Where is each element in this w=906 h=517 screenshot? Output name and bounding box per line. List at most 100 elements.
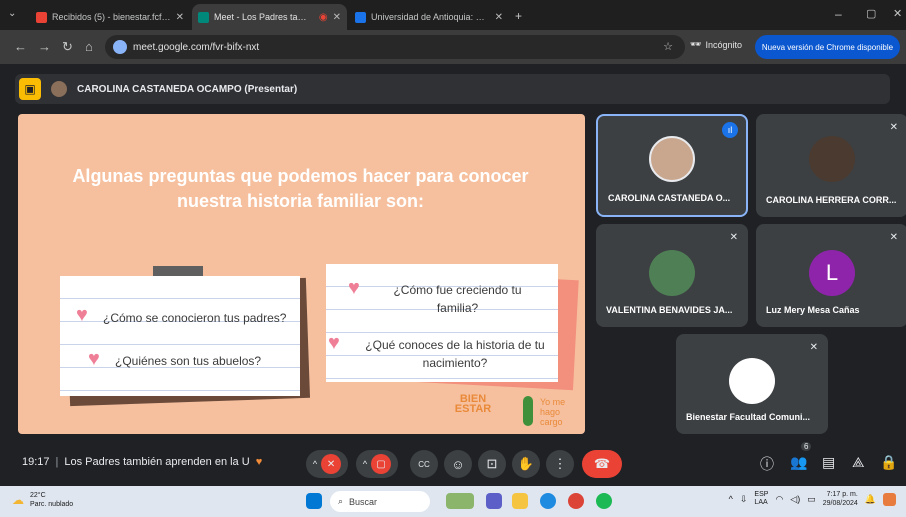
present-button[interactable]: ⊡: [478, 450, 506, 478]
hand-icon: ✋: [517, 456, 535, 471]
raise-hand-button[interactable]: ✋: [512, 450, 540, 478]
gmail-icon: [36, 11, 47, 23]
close-icon[interactable]: ✕: [176, 12, 184, 23]
windows-start-icon[interactable]: [306, 493, 322, 509]
yome-logo: Yo me hago cargo: [540, 397, 566, 427]
present-screen-icon[interactable]: ▣: [19, 78, 41, 100]
shared-slide: Algunas preguntas que podemos hacer para…: [18, 114, 585, 434]
url-text: meet.google.com/fvr-bifx-nxt: [133, 41, 260, 53]
search-icon: ⌕: [338, 496, 344, 506]
wifi-icon[interactable]: ◠: [775, 494, 783, 505]
avatar: [649, 250, 695, 296]
close-icon[interactable]: ✕: [333, 12, 341, 23]
present-icon: ⊡: [486, 456, 498, 471]
tab-meet[interactable]: Meet - Los Padres también ◉ ✕: [192, 4, 347, 30]
heart-icon: ♥: [76, 304, 88, 326]
tab-gmail[interactable]: Recibidos (5) - bienestar.fcf@u ✕: [30, 4, 190, 30]
mic-off-icon: ✕: [809, 342, 818, 353]
volume-icon[interactable]: ◁): [790, 494, 800, 505]
camera-off-icon: ▢: [371, 454, 392, 474]
home-icon[interactable]: ⌂: [85, 39, 93, 54]
usb-icon[interactable]: ⇩: [740, 494, 748, 505]
participant-tile[interactable]: ✕ L Luz Mery Mesa Cañas: [756, 224, 906, 327]
host-controls-icon[interactable]: 🔒: [880, 454, 897, 471]
widgets-icon[interactable]: [446, 493, 474, 509]
spotify-icon[interactable]: [596, 493, 612, 509]
people-icon[interactable]: 👥: [790, 454, 807, 471]
presenter-label: CAROLINA CASTANEDA OCAMPO (Presentar): [77, 83, 298, 95]
chat-icon[interactable]: ▤: [822, 454, 835, 471]
participant-tile[interactable]: ✕ VALENTINA BENAVIDES JA...: [596, 224, 748, 327]
participant-tile[interactable]: ✕ CAROLINA HERRERA CORR...: [756, 114, 906, 217]
new-tab-icon[interactable]: +: [515, 9, 522, 23]
file-explorer-icon[interactable]: [512, 493, 528, 509]
mic-toggle-button[interactable]: ^ ✕: [306, 450, 348, 478]
activities-icon[interactable]: ⟁: [852, 454, 865, 471]
copilot-icon[interactable]: [883, 492, 896, 506]
chevron-up-icon[interactable]: ^: [729, 494, 733, 504]
captions-button[interactable]: CC: [410, 450, 438, 478]
search-input[interactable]: ⌕ Buscar: [330, 491, 430, 512]
meeting-time: 19:17: [22, 456, 50, 468]
participant-tile[interactable]: ıl CAROLINA CASTANEDA O...: [596, 114, 748, 217]
address-bar[interactable]: meet.google.com/fvr-bifx-nxt ☆: [105, 35, 685, 59]
mic-off-icon: ✕: [729, 232, 738, 243]
browser-tab-strip: ⌄ Recibidos (5) - bienestar.fcf@u ✕ Meet…: [0, 0, 906, 30]
teams-icon[interactable]: [486, 493, 502, 509]
window-close-icon[interactable]: ✕: [893, 7, 902, 20]
question-2: ¿Quiénes son tus abuelos?: [115, 354, 262, 368]
weather-widget[interactable]: ☁ 22°C Parc. nublado: [12, 491, 73, 509]
more-options-button[interactable]: ⋮: [546, 450, 574, 478]
clock[interactable]: 7:17 p. m. 29/08/2024: [823, 490, 858, 508]
cactus-icon: [523, 396, 533, 426]
close-icon[interactable]: ✕: [495, 12, 503, 23]
incognito-indicator[interactable]: 🕶 Incógnito: [690, 39, 742, 50]
avatar: [649, 136, 695, 182]
heart-icon: ♥: [328, 332, 340, 354]
restore-icon[interactable]: ▢: [866, 7, 876, 20]
reload-icon[interactable]: ↻: [62, 39, 73, 55]
presenter-bar: ▣ CAROLINA CASTANEDA OCAMPO (Presentar): [15, 74, 890, 104]
notification-bell-icon[interactable]: 🔔: [865, 494, 876, 505]
camera-toggle-button[interactable]: ^ ▢: [356, 450, 398, 478]
minimize-icon[interactable]: –: [835, 7, 842, 21]
meet-icon: [198, 11, 209, 23]
reactions-button[interactable]: ☺: [444, 450, 472, 478]
new-version-button[interactable]: Nueva versión de Chrome disponible: [755, 35, 900, 59]
incognito-icon: 🕶: [690, 39, 702, 49]
cloud-sun-icon: ☁: [12, 492, 24, 507]
question-1: ¿Cómo se conocieron tus padres?: [103, 311, 287, 325]
back-icon[interactable]: ←: [14, 39, 27, 54]
forward-icon[interactable]: →: [38, 39, 51, 54]
avatar: [51, 81, 67, 97]
calendar-icon: [355, 11, 366, 23]
chevron-up-icon: ^: [362, 459, 368, 469]
captions-icon: CC: [418, 459, 430, 469]
meeting-info: 19:17 | Los Padres también aprenden en l…: [22, 456, 262, 468]
bookmark-star-icon[interactable]: ☆: [663, 40, 673, 53]
leave-call-button[interactable]: ☎: [582, 450, 622, 478]
system-tray: ^ ⇩ ESP LAA ◠ ◁) ▭ 7:17 p. m. 29/08/2024…: [729, 490, 896, 508]
tab-calendar[interactable]: Universidad de Antioquia: Cale ✕: [349, 4, 509, 30]
participant-tile[interactable]: ✕ Bienestar Facultad Comuni...: [676, 334, 828, 434]
speaking-indicator-icon: ıl: [722, 122, 738, 138]
divider: |: [55, 456, 59, 468]
heart-icon: ♥: [348, 277, 360, 299]
chrome-icon[interactable]: [568, 493, 584, 509]
chevron-up-icon: ^: [312, 459, 318, 469]
info-icon[interactable]: ⓘ: [760, 454, 774, 474]
edge-icon[interactable]: [540, 493, 556, 509]
battery-icon[interactable]: ▭: [807, 494, 816, 505]
participant-count-badge: 6: [801, 442, 812, 451]
browser-toolbar: ← → ↻ ⌂ meet.google.com/fvr-bifx-nxt ☆ 🕶…: [0, 30, 906, 64]
meeting-title: Los Padres también aprenden en la U: [64, 456, 250, 468]
language-indicator[interactable]: ESP LAA: [754, 491, 768, 507]
mic-off-icon: ✕: [889, 122, 898, 133]
mic-off-icon: ✕: [889, 232, 898, 243]
avatar: L: [809, 250, 855, 296]
windows-taskbar: ☁ 22°C Parc. nublado ⌕ Buscar ^ ⇩ ESP LA…: [0, 486, 906, 517]
tab-search-icon[interactable]: ⌄: [8, 8, 16, 19]
site-info-icon[interactable]: [113, 40, 127, 54]
avatar: [809, 136, 855, 182]
hang-up-icon: ☎: [593, 456, 611, 471]
